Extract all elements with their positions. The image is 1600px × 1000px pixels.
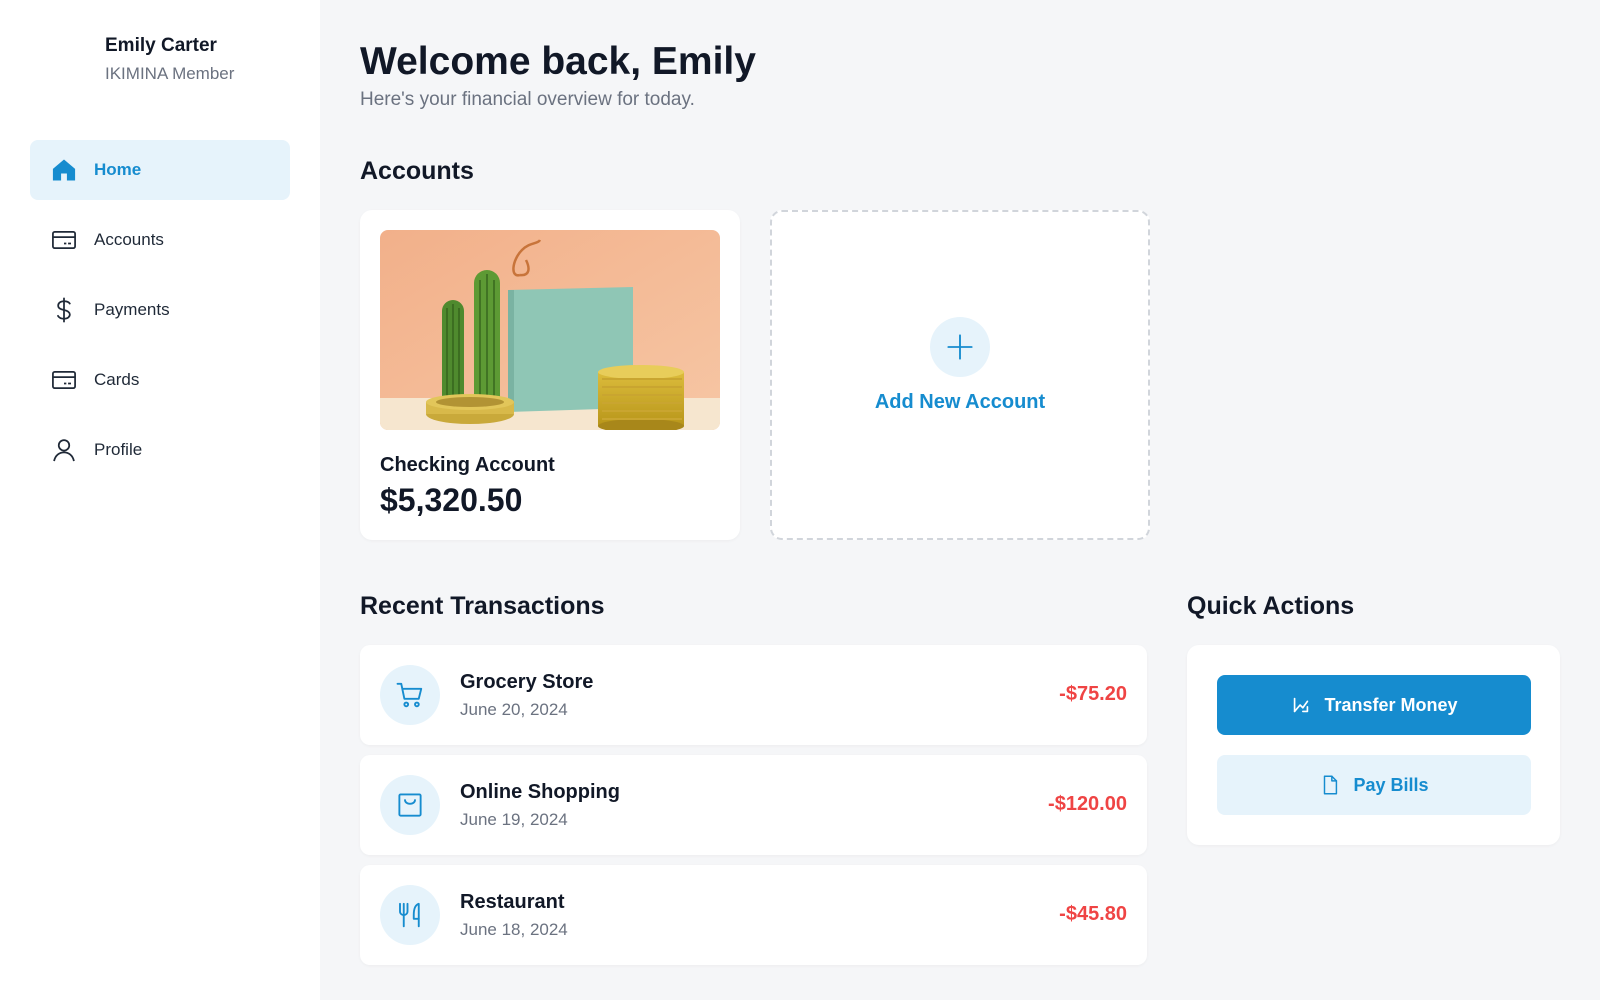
dollar-icon [50,296,78,324]
transaction-name: Online Shopping [460,781,620,803]
transaction-date: June 20, 2024 [460,700,568,719]
shopping-cart-icon [380,665,440,725]
add-account-label: Add New Account [874,390,1046,413]
transaction-amount: -$45.80 [1059,903,1127,925]
credit-card-icon [50,226,78,254]
profile-role: IKIMINA Member [105,64,235,83]
transaction-row[interactable]: Restaurant June 18, 2024 -$45.80 [360,865,1147,965]
transfer-icon [1294,697,1309,713]
shopping-bag-icon [380,775,440,835]
sidebar-item-payments[interactable]: Payments [30,280,290,340]
sidebar-item-label: Profile [94,440,143,459]
transaction-row[interactable]: Grocery Store June 20, 2024 -$75.20 [360,645,1147,745]
user-icon [50,436,78,464]
transaction-date: June 19, 2024 [460,810,568,829]
transaction-amount: -$75.20 [1059,683,1127,705]
transaction-row[interactable]: Online Shopping June 19, 2024 -$120.00 [360,755,1147,855]
sidebar-item-home[interactable]: Home [30,140,290,200]
sidebar-item-label: Payments [94,300,170,319]
sidebar-item-label: Accounts [94,230,164,249]
transaction-name: Restaurant [460,891,565,913]
plus-icon [930,316,990,377]
sidebar-item-accounts[interactable]: Accounts [30,210,290,270]
account-illustration [380,230,720,430]
document-icon [1324,775,1338,795]
main-content: Welcome back, Emily Here's your financia… [360,0,1560,1000]
transfer-money-button[interactable]: Transfer Money [1217,675,1531,735]
quick-actions-panel: Transfer Money Pay Bills [1187,645,1560,845]
credit-card-icon [50,366,78,394]
sidebar-nav: Home Accounts Payments Cards Profile [30,140,290,490]
account-card-checking[interactable]: Checking Account $5,320.50 [360,210,740,540]
transaction-amount: -$120.00 [1048,793,1127,815]
account-balance: $5,320.50 [380,482,523,518]
transaction-date: June 18, 2024 [460,920,568,939]
sidebar-item-label: Cards [94,370,140,389]
pay-bills-label: Pay Bills [1353,774,1429,795]
transactions-heading: Recent Transactions [360,592,605,620]
accounts-heading: Accounts [360,157,474,185]
user-profile: Emily Carter IKIMINA Member [105,35,234,84]
sidebar: Emily Carter IKIMINA Member Home Account… [0,0,320,1000]
transaction-name: Grocery Store [460,671,594,693]
page-subtitle: Here's your financial overview for today… [360,89,695,110]
profile-name: Emily Carter [105,35,217,56]
home-icon [50,156,78,184]
quick-actions-heading: Quick Actions [1187,592,1355,620]
sidebar-item-cards[interactable]: Cards [30,350,290,410]
page-title: Welcome back, Emily [360,40,756,83]
add-account-button[interactable]: Add New Account [770,210,1150,540]
transfer-money-label: Transfer Money [1324,694,1458,715]
pay-bills-button[interactable]: Pay Bills [1217,755,1531,815]
utensils-icon [380,885,440,945]
account-name: Checking Account [380,454,555,476]
sidebar-item-label: Home [94,160,142,179]
sidebar-item-profile[interactable]: Profile [30,420,290,480]
transactions-list: Grocery Store June 20, 2024 -$75.20 Onli… [360,645,1147,975]
